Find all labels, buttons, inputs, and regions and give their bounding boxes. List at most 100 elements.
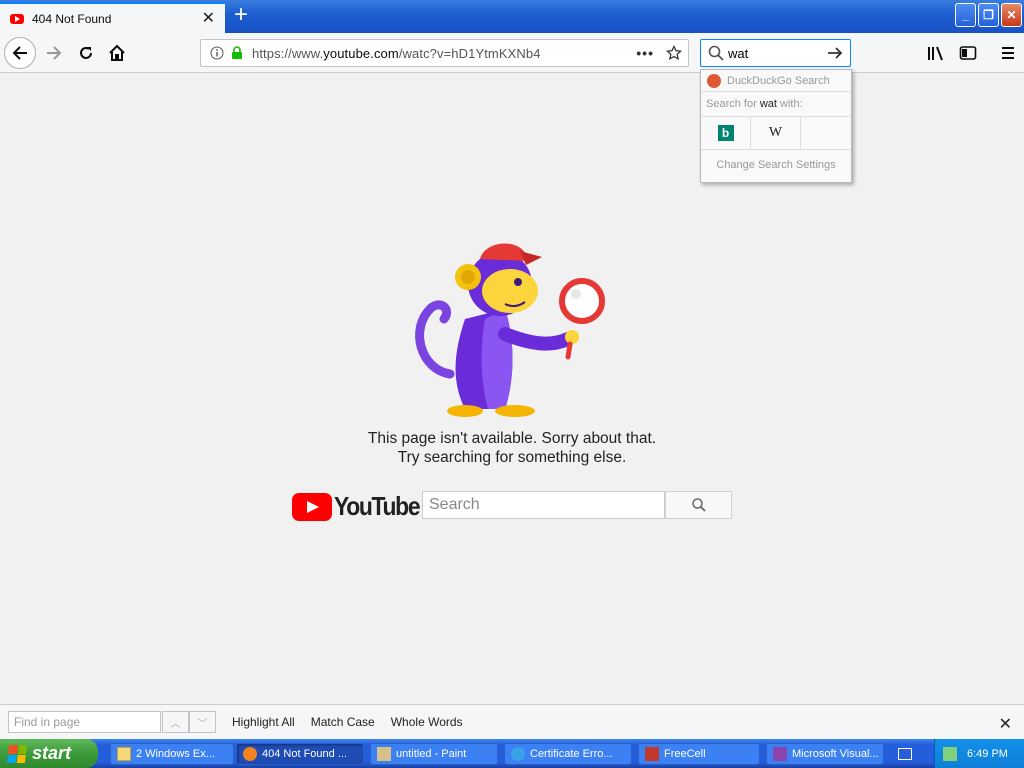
new-tab-button[interactable]: + xyxy=(229,3,253,28)
library-icon xyxy=(928,46,943,61)
task-label: 404 Not Found ... xyxy=(262,747,347,760)
find-bar-close-icon[interactable]: ✕ xyxy=(999,714,1012,734)
search-bar[interactable] xyxy=(700,39,851,67)
engine-slot-empty xyxy=(801,117,851,149)
engine-label: DuckDuckGo Search xyxy=(727,74,830,87)
keyboard-layout-icon[interactable] xyxy=(898,747,912,760)
network-icon[interactable] xyxy=(943,746,957,761)
bing-icon: b xyxy=(717,125,734,141)
error-line-1: This page isn't available. Sorry about t… xyxy=(367,430,657,447)
find-navigation: ︿ ﹀ xyxy=(162,711,216,733)
youtube-favicon-icon xyxy=(10,13,24,24)
folder-icon xyxy=(117,746,131,761)
search-for-label: Search for wat with: xyxy=(701,92,851,116)
chevron-up-icon: ︿ xyxy=(170,718,181,730)
highlight-all-checkbox[interactable]: Highlight All xyxy=(232,715,295,729)
page-actions-icon[interactable]: ••• xyxy=(636,45,654,61)
wikipedia-icon: W xyxy=(768,125,783,140)
minimize-button[interactable]: _ xyxy=(955,3,976,27)
search-input[interactable] xyxy=(728,45,818,61)
youtube-search-input[interactable] xyxy=(423,492,664,518)
window-controls: _ ❐ ✕ xyxy=(955,3,1022,27)
reload-icon xyxy=(80,47,92,59)
taskbar-item-firefox[interactable]: 404 Not Found ... xyxy=(236,742,364,765)
find-in-page-input[interactable] xyxy=(8,711,161,733)
url-domain: youtube.com xyxy=(323,45,399,61)
youtube-logo[interactable]: YouTube xyxy=(292,491,431,522)
search-suggestions-dropdown: DuckDuckGo Search Search for wat with: b… xyxy=(700,69,852,183)
tab-close-icon[interactable]: ✕ xyxy=(202,10,215,27)
window-close-button[interactable]: ✕ xyxy=(1001,3,1022,27)
url-path: /watc?v=hD1YtmKXNb4 xyxy=(398,45,541,61)
sidebar-button[interactable] xyxy=(952,37,984,69)
paint-icon xyxy=(377,746,391,761)
menu-button[interactable] xyxy=(992,37,1024,69)
windows-flag-icon xyxy=(6,744,28,763)
home-button[interactable] xyxy=(101,37,133,69)
system-tray: 6:49 PM xyxy=(934,739,1024,768)
taskbar-item-visual-studio[interactable]: Microsoft Visual... xyxy=(766,742,884,765)
reload-button[interactable] xyxy=(70,37,102,69)
change-search-settings[interactable]: Change Search Settings xyxy=(701,150,851,171)
start-button[interactable]: start xyxy=(0,739,98,768)
tab-title: 404 Not Found xyxy=(32,11,112,26)
find-previous-button[interactable]: ︿ xyxy=(162,711,189,733)
lock-icon[interactable] xyxy=(230,46,244,60)
youtube-search-button[interactable] xyxy=(665,491,732,519)
taskbar-item-freecell[interactable]: FreeCell xyxy=(638,742,760,765)
taskbar-item-internet-explorer[interactable]: Certificate Erro... xyxy=(504,742,632,765)
tab-404[interactable]: 404 Not Found ✕ xyxy=(0,2,225,33)
restore-button[interactable]: ❐ xyxy=(978,3,999,27)
clock[interactable]: 6:49 PM xyxy=(967,748,1008,760)
task-label: Microsoft Visual... xyxy=(792,747,879,760)
chevron-down-icon: ﹀ xyxy=(197,718,208,730)
back-arrow-icon xyxy=(12,46,27,60)
bookmark-star-icon[interactable] xyxy=(666,45,682,61)
page-content: This page isn't available. Sorry about t… xyxy=(0,74,1024,704)
taskbar-item-windows-explorer[interactable]: 2 Windows Ex... xyxy=(110,742,234,765)
taskbar-item-paint[interactable]: untitled - Paint xyxy=(370,742,498,765)
find-next-button[interactable]: ﹀ xyxy=(189,711,216,733)
app-window: 404 Not Found ✕ + _ ❐ ✕ https://www.yout… xyxy=(0,0,1024,768)
start-label: start xyxy=(32,743,72,763)
library-button[interactable] xyxy=(920,37,952,69)
youtube-search-box[interactable] xyxy=(422,491,665,519)
info-icon[interactable] xyxy=(210,46,224,60)
visual-studio-icon xyxy=(773,746,787,761)
forward-arrow-icon xyxy=(47,46,62,60)
search-icon xyxy=(708,45,724,61)
search-term: wat xyxy=(759,98,777,110)
tab-bar: 404 Not Found ✕ + _ ❐ ✕ xyxy=(0,0,1024,33)
url-text: https://www.youtube.com/watc?v=hD1YtmKXN… xyxy=(252,46,636,61)
duckduckgo-icon xyxy=(707,73,721,88)
task-label: 2 Windows Ex... xyxy=(136,747,215,760)
search-go-arrow-icon[interactable] xyxy=(826,44,844,62)
one-off-engines: b W xyxy=(701,116,851,150)
sidebar-icon xyxy=(959,46,977,60)
search-icon xyxy=(691,498,706,512)
toolbar-icons xyxy=(920,37,1024,69)
task-label: untitled - Paint xyxy=(396,747,467,760)
error-line-2: Try searching for something else. xyxy=(397,449,627,466)
windows-taskbar: start 2 Windows Ex... 404 Not Found ... … xyxy=(0,739,1024,768)
search-for-suffix: with: xyxy=(776,98,803,110)
bing-engine-button[interactable]: b xyxy=(701,117,751,149)
hamburger-menu-icon xyxy=(1002,47,1014,59)
error-message: This page isn't available. Sorry about t… xyxy=(312,429,712,467)
task-label: FreeCell xyxy=(664,747,706,760)
forward-button[interactable] xyxy=(38,37,70,69)
monkey-illustration xyxy=(415,243,605,417)
match-case-checkbox[interactable]: Match Case xyxy=(311,715,375,729)
home-icon xyxy=(109,44,125,61)
internet-explorer-icon xyxy=(511,746,525,761)
back-button[interactable] xyxy=(4,37,36,69)
youtube-play-icon xyxy=(292,492,332,521)
current-engine-row[interactable]: DuckDuckGo Search xyxy=(701,70,851,92)
url-bar[interactable]: https://www.youtube.com/watc?v=hD1YtmKXN… xyxy=(200,39,689,67)
navigation-toolbar: https://www.youtube.com/watc?v=hD1YtmKXN… xyxy=(0,33,1024,73)
wikipedia-engine-button[interactable]: W xyxy=(751,117,801,149)
url-prefix: https://www. xyxy=(252,45,324,61)
search-for-prefix: Search for xyxy=(706,98,760,110)
whole-words-checkbox[interactable]: Whole Words xyxy=(391,715,463,729)
find-bar: ︿ ﹀ Highlight All Match Case Whole Words… xyxy=(0,704,1024,739)
